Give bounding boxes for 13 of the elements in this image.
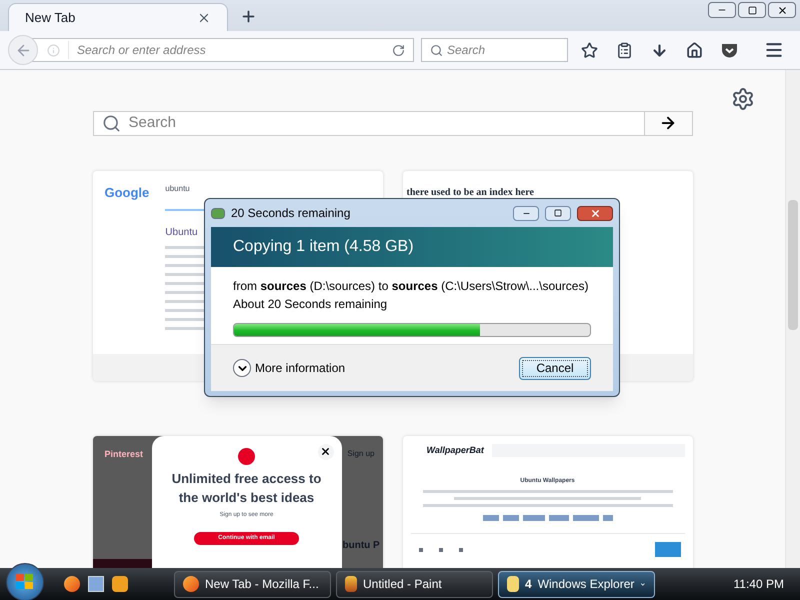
dialog-title: 20 Seconds remaining xyxy=(231,205,352,222)
dialog-header: Copying 1 item (4.58 GB) xyxy=(211,227,613,267)
logo: WallpaperBat xyxy=(426,444,484,457)
brand-name: Pinterest xyxy=(104,448,144,460)
time-remaining-text: About 20 Seconds remaining xyxy=(233,296,388,313)
window-count: 4 xyxy=(525,576,532,593)
page-heading: there used to be an index here xyxy=(406,186,534,198)
popup-headline: Unlimited free access to the world's best ideas xyxy=(172,470,322,506)
copy-route-text: from sources (D:\sources) to sources (C:\Users\Strow\...\sources) xyxy=(233,278,590,295)
search-query: ubuntu xyxy=(165,182,191,194)
page-heading: buntu P xyxy=(342,538,380,552)
logo: Google xyxy=(104,184,150,202)
result-title: Ubuntu xyxy=(165,226,199,240)
